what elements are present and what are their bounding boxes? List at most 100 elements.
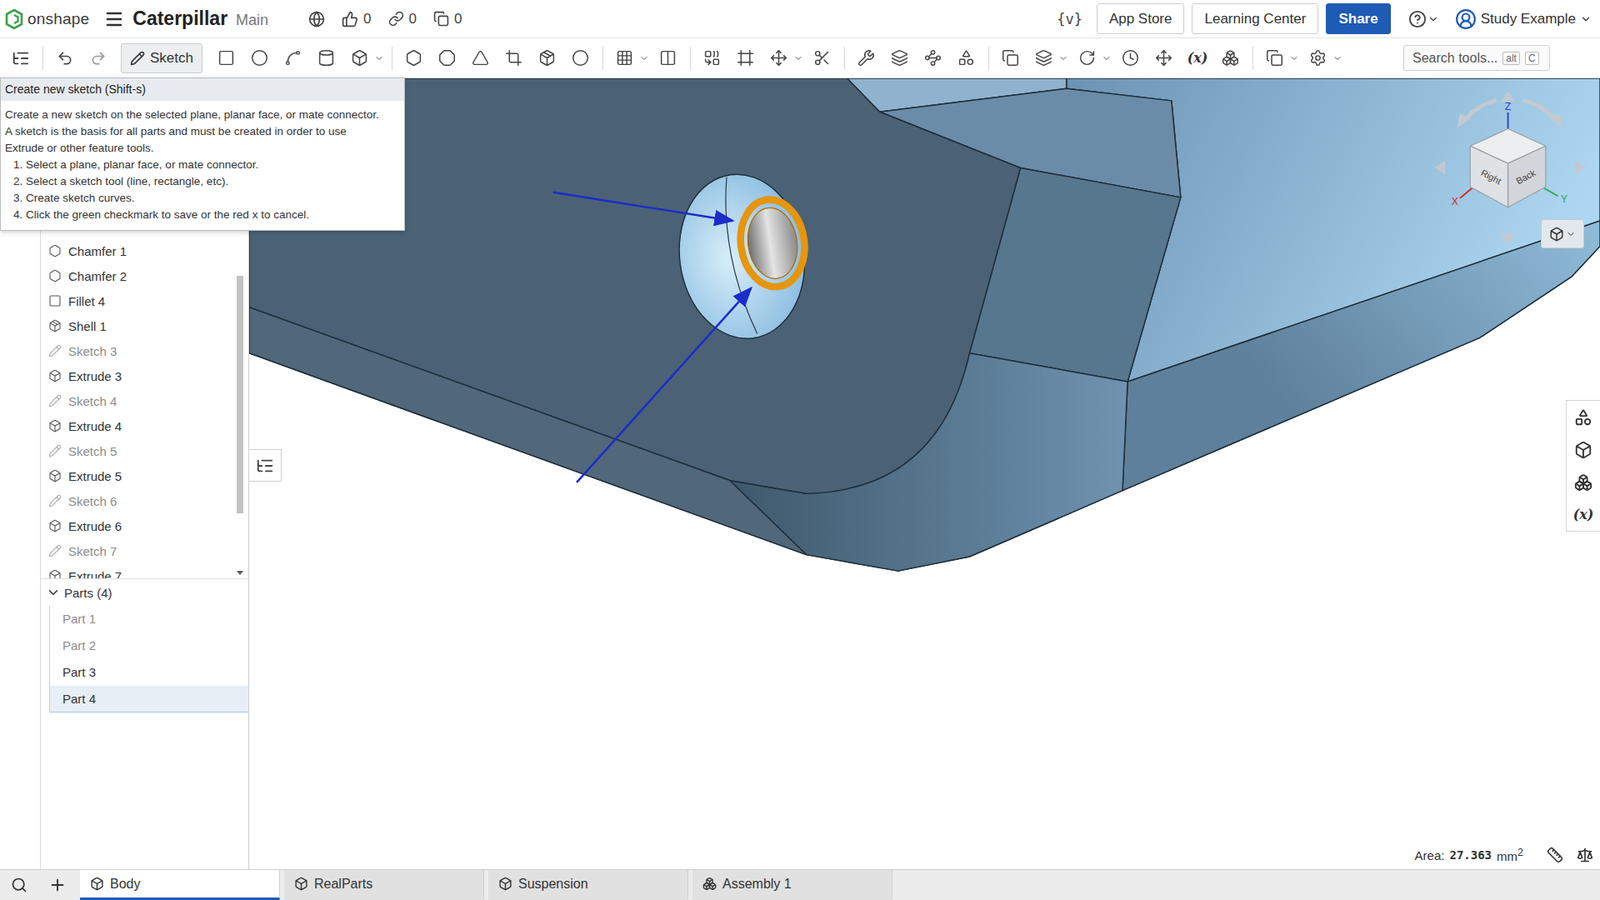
svg-text:X: X (1451, 195, 1459, 208)
mass-properties-button[interactable] (1576, 846, 1594, 864)
tool-button[interactable] (1073, 44, 1102, 73)
tool-button[interactable] (245, 44, 275, 73)
tool-button[interactable] (952, 44, 981, 73)
help-button[interactable] (1408, 10, 1440, 29)
tool-button[interactable] (279, 44, 308, 73)
parts-header[interactable]: Parts (4) (40, 579, 249, 606)
tool-button[interactable] (698, 44, 727, 73)
countersink-hole[interactable] (669, 165, 816, 347)
feature-row[interactable]: Sketch 6 (40, 488, 249, 514)
main-menu-button[interactable] (102, 7, 126, 31)
tool-button[interactable] (1030, 44, 1059, 73)
document-title[interactable]: Caterpillar (132, 7, 228, 30)
feature-row[interactable]: Sketch 7 (40, 538, 249, 564)
feature-row[interactable]: Extrude 5 (40, 463, 249, 489)
links-counter[interactable]: 0 (388, 10, 417, 28)
undo-button[interactable] (50, 44, 80, 73)
tab-search-button[interactable] (0, 870, 39, 900)
scroll-down-arrow[interactable] (236, 570, 244, 575)
part-row[interactable]: Part 4 (50, 685, 249, 713)
instances-button[interactable] (1566, 465, 1600, 499)
part-model[interactable] (249, 78, 1600, 870)
tool-dropdown[interactable] (1289, 53, 1300, 64)
tool-button[interactable] (1150, 44, 1179, 73)
redo-button[interactable] (84, 44, 113, 73)
tool-button[interactable] (731, 44, 760, 73)
feature-row[interactable]: Chamfer 1 (40, 238, 249, 264)
appearance-button[interactable] (1566, 400, 1600, 434)
tool-button[interactable] (1304, 44, 1333, 73)
graphics-area[interactable]: ZXYRightBack(x)Area:27.363mm2 (249, 78, 1600, 870)
tool-button[interactable] (1260, 44, 1290, 73)
document-tab[interactable]: RealParts (284, 870, 485, 900)
document-tab[interactable]: Assembly 1 (692, 870, 893, 900)
tool-button[interactable] (654, 44, 683, 73)
onshape-window: onshapeCaterpillarMain000{v}App StoreLea… (0, 0, 1600, 900)
feature-row[interactable]: Sketch 5 (40, 438, 249, 464)
tool-button[interactable] (466, 44, 495, 73)
variables-panel-button[interactable]: (x) (1566, 498, 1600, 531)
feature-row[interactable]: Sketch 3 (40, 338, 249, 364)
tool-button[interactable] (500, 44, 529, 73)
tool-dropdown[interactable] (639, 53, 650, 64)
measure-button[interactable] (1546, 846, 1564, 864)
header-button[interactable]: Share (1325, 3, 1390, 35)
tool-icon (957, 49, 975, 67)
feature-row[interactable]: Sketch 4 (40, 388, 249, 414)
tool-icon (736, 49, 755, 67)
feature-row[interactable]: Extrude 6 (40, 513, 249, 539)
feature-row[interactable]: Extrude 4 (40, 413, 249, 439)
scrollbar-thumb[interactable] (236, 275, 244, 514)
search-tools-field[interactable]: Search tools...altC (1403, 45, 1550, 71)
tool-button[interactable] (1116, 44, 1145, 73)
tool-button[interactable] (212, 44, 241, 73)
header-button[interactable]: Learning Center (1191, 3, 1319, 35)
tool-button[interactable] (996, 44, 1025, 73)
tool-button[interactable] (610, 44, 640, 73)
variables-button[interactable]: {v} (1050, 10, 1090, 28)
tool-dropdown[interactable] (1101, 53, 1112, 64)
user-menu[interactable]: Study Example (1455, 8, 1592, 30)
document-tab[interactable]: Suspension (488, 870, 689, 900)
feature-row[interactable]: Shell 1 (40, 313, 249, 339)
tool-button[interactable]: (x) (1183, 44, 1212, 73)
tool-button[interactable] (566, 44, 595, 73)
tool-button[interactable] (533, 44, 562, 73)
feature-row[interactable]: Extrude 3 (40, 363, 249, 389)
feature-row[interactable]: Fillet 4 (40, 288, 249, 314)
tool-dropdown[interactable] (1332, 53, 1343, 64)
document-tab[interactable]: Body (80, 870, 280, 900)
likes-counter[interactable]: 0 (341, 10, 371, 28)
feature-row[interactable]: Chamfer 2 (40, 263, 249, 289)
part-row[interactable]: Part 2 (50, 632, 249, 660)
scrollbar[interactable] (235, 238, 245, 579)
sketch-button[interactable]: Sketch (120, 43, 203, 74)
copies-counter[interactable]: 0 (433, 10, 462, 28)
public-globe[interactable] (308, 10, 325, 28)
tool-button[interactable] (345, 44, 375, 73)
branch-name[interactable]: Main (235, 11, 269, 30)
tool-button[interactable] (852, 44, 881, 73)
onshape-logo[interactable]: onshape (5, 9, 90, 30)
part-row[interactable]: Part 3 (50, 659, 249, 686)
tool-button[interactable] (312, 44, 341, 73)
feature-row[interactable]: Extrude 7 (40, 563, 249, 580)
tool-button[interactable] (765, 44, 794, 73)
tool-dropdown[interactable] (1058, 53, 1069, 64)
tool-button[interactable] (400, 44, 429, 73)
feature-list-toggle[interactable] (6, 44, 35, 73)
tool-dropdown[interactable] (793, 53, 804, 64)
panel-toggle-button[interactable] (249, 449, 282, 482)
tool-button[interactable] (1216, 44, 1245, 73)
add-tab-button[interactable] (38, 870, 77, 900)
tool-button[interactable] (919, 44, 948, 73)
part-row[interactable]: Part 1 (50, 605, 249, 633)
model-faces[interactable] (249, 78, 1600, 571)
tool-dropdown[interactable] (374, 53, 385, 64)
header-button[interactable]: App Store (1096, 3, 1185, 35)
configurations-button[interactable] (1566, 433, 1600, 466)
tool-button[interactable] (433, 44, 462, 73)
tool-button[interactable] (808, 44, 837, 73)
tool-button[interactable] (885, 44, 915, 73)
view-mode-button[interactable] (1540, 219, 1585, 249)
